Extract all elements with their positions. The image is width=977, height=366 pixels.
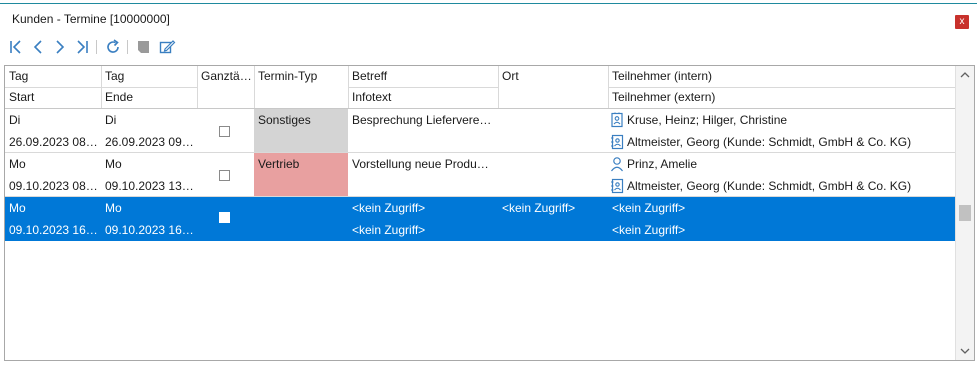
header-col-divider (498, 66, 499, 108)
edit-button[interactable] (158, 38, 176, 56)
cell-type: Vertrieb (258, 157, 300, 171)
column-header-subject[interactable]: Betreff (348, 66, 498, 87)
header-col-divider (254, 66, 255, 108)
cell-day-start: Di (9, 113, 21, 127)
cell-internal: <kein Zugriff> (612, 201, 686, 215)
cell-start: 09.10.2023 08… (9, 179, 98, 193)
delete-icon (138, 41, 149, 53)
header-col-divider (608, 66, 609, 108)
toolbar (0, 36, 977, 58)
cell-internal: Prinz, Amelie (627, 157, 698, 171)
column-header-info[interactable]: Infotext (348, 87, 498, 108)
column-header-day-end[interactable]: Tag (101, 66, 197, 87)
next-record-button[interactable] (51, 38, 69, 56)
column-header-internal[interactable]: Teilnehmer (intern) (608, 66, 955, 87)
cell-day-end: Mo (105, 157, 122, 171)
allday-checkbox[interactable] (219, 212, 230, 223)
cell-subject: <kein Zugriff> (352, 201, 426, 215)
delete-button[interactable] (135, 38, 153, 56)
cell-end: 09.10.2023 13… (105, 179, 194, 193)
person-icon (610, 156, 624, 172)
vertical-scrollbar[interactable] (955, 66, 974, 360)
cell-type: Sonstiges (258, 113, 311, 127)
table-row[interactable]: Di Di 26.09.2023 08… 26.09.2023 09… Sons… (5, 109, 955, 153)
cell-day-end: Di (105, 113, 117, 127)
column-header-external[interactable]: Teilnehmer (extern) (608, 87, 955, 108)
cell-day-start: Mo (9, 201, 26, 215)
window-title: Kunden - Termine [10000000] (12, 12, 170, 26)
cell-info: <kein Zugriff> (352, 223, 426, 237)
address-book-icon (610, 178, 624, 194)
table-row[interactable]: Mo Mo 09.10.2023 08… 09.10.2023 13… Vert… (5, 153, 955, 197)
column-header-type[interactable]: Termin-Typ (254, 66, 348, 87)
previous-icon (33, 40, 42, 54)
refresh-icon (107, 39, 119, 53)
edit-icon (159, 40, 176, 54)
header-col-divider (348, 66, 349, 108)
toolbar-separator (96, 40, 97, 54)
cell-internal: Kruse, Heinz; Hilger, Christine (627, 113, 788, 127)
cell-external: <kein Zugriff> (612, 223, 686, 237)
first-icon (10, 40, 21, 54)
cell-start: 09.10.2023 16… (9, 223, 98, 237)
cell-end: 26.09.2023 09… (105, 135, 194, 149)
column-header-start[interactable]: Start (5, 87, 101, 108)
scroll-up-icon[interactable] (959, 69, 971, 81)
scroll-down-icon[interactable] (959, 345, 971, 357)
previous-record-button[interactable] (29, 38, 47, 56)
close-button[interactable]: x (955, 15, 969, 29)
cell-day-end: Mo (105, 201, 122, 215)
cell-external: Altmeister, Georg (Kunde: Schmidt, GmbH … (627, 179, 912, 193)
column-header-location[interactable]: Ort (498, 66, 608, 87)
cell-external: Altmeister, Georg (Kunde: Schmidt, GmbH … (627, 135, 912, 149)
allday-checkbox[interactable] (219, 170, 230, 181)
address-book-icon (610, 134, 624, 150)
column-header-allday[interactable]: Ganztä… (197, 66, 254, 87)
header-col-divider (101, 66, 102, 108)
header-col-divider (197, 66, 198, 108)
appointments-grid: Tag Tag Ganztä… Termin-Typ Betreff Ort T… (4, 65, 975, 361)
table-row-selected[interactable]: Mo Mo 09.10.2023 16… 09.10.2023 16… <kei… (5, 197, 955, 241)
cell-day-start: Mo (9, 157, 26, 171)
grid-header: Tag Tag Ganztä… Termin-Typ Betreff Ort T… (5, 66, 955, 109)
toolbar-separator (127, 40, 128, 54)
header-divider (608, 87, 955, 88)
refresh-button[interactable] (104, 38, 122, 56)
header-divider (348, 87, 498, 88)
column-header-end[interactable]: Ende (101, 87, 197, 108)
next-icon (56, 40, 65, 54)
last-icon (77, 40, 88, 54)
first-record-button[interactable] (7, 38, 25, 56)
cell-end: 09.10.2023 16… (105, 223, 194, 237)
scrollbar-thumb[interactable] (959, 205, 971, 221)
cell-subject: Besprechung Liefervere… (352, 113, 492, 127)
contact-card-icon (610, 112, 624, 128)
allday-checkbox[interactable] (219, 126, 230, 137)
title-bar: Kunden - Termine [10000000] x (0, 4, 977, 34)
cell-start: 26.09.2023 08… (9, 135, 98, 149)
cell-location: <kein Zugriff> (502, 201, 576, 215)
column-header-day-start[interactable]: Tag (5, 66, 101, 87)
cell-subject: Vorstellung neue Produ… (352, 157, 489, 171)
last-record-button[interactable] (73, 38, 91, 56)
